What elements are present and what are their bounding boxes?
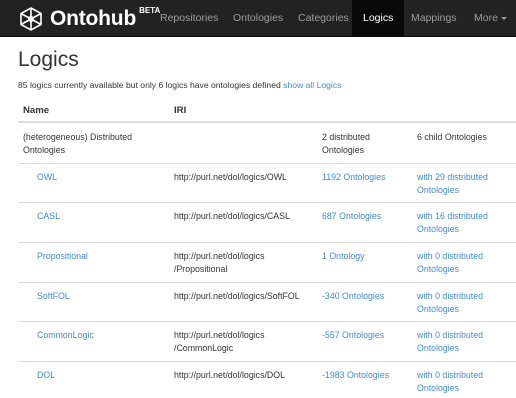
logic-link-propositional[interactable]: Propositional: [37, 250, 88, 263]
navbar: Ontohub BETA Repositories Ontologies Cat…: [0, 0, 516, 37]
page-title: Logics: [18, 48, 79, 71]
summary-text: 85 logics currently available but only 6…: [18, 80, 281, 90]
show-all-logics-link[interactable]: show all Logics: [283, 80, 341, 90]
table-header-divider: [18, 121, 516, 123]
ontologies-link-softfol[interactable]: -340 Ontologies: [322, 290, 407, 303]
ontologies-link-casl[interactable]: 687 Ontologies: [322, 210, 407, 223]
logic-iri-owl: http://purl.net/dol/logics/OWL: [174, 172, 287, 182]
group-row-count: 2 distributed Ontologies: [322, 132, 370, 155]
nav-mappings[interactable]: Mappings: [411, 0, 457, 37]
distributed-link-propositional[interactable]: with 0 distributed Ontologies: [417, 250, 514, 276]
ontologies-link-propositional[interactable]: 1 Ontology: [322, 250, 407, 263]
distributed-link-commonlogic[interactable]: with 0 distributed Ontologies: [417, 329, 514, 355]
logic-link-casl[interactable]: CASL: [37, 210, 60, 223]
brand-home-link[interactable]: Ontohub BETA: [18, 3, 160, 34]
row-divider: [18, 202, 516, 203]
brand-name: Ontohub: [50, 6, 137, 30]
logics-summary: 85 logics currently available but only 6…: [18, 80, 341, 90]
nav-ontologies[interactable]: Ontologies: [233, 0, 283, 37]
distributed-link-softfol[interactable]: with 0 distributed Ontologies: [417, 290, 514, 316]
row-divider: [18, 321, 516, 322]
logic-iri-dol: http://purl.net/dol/logics/DOL: [174, 370, 285, 380]
chevron-down-icon: [500, 16, 507, 20]
beta-badge: BETA: [139, 6, 161, 15]
distributed-link-dol[interactable]: with 0 distributed Ontologies: [417, 369, 514, 395]
group-row-name: (heterogeneous) Distributed Ontologies: [23, 132, 133, 155]
nav-logics[interactable]: Logics: [352, 0, 405, 37]
distributed-link-casl[interactable]: with 16 distributed Ontologies: [417, 210, 514, 236]
row-divider: [18, 163, 516, 164]
nav-more-label: More: [474, 12, 498, 24]
nav-categories[interactable]: Categories: [298, 0, 349, 37]
row-divider: [18, 242, 516, 243]
ontohub-logo-icon: [20, 6, 42, 31]
logic-iri-commonlogic: http://purl.net/dol/logics /CommonLogic: [174, 330, 265, 353]
nav-repositories[interactable]: Repositories: [160, 0, 218, 37]
logic-link-dol[interactable]: DOL: [37, 369, 55, 382]
logic-iri-propositional: http://purl.net/dol/logics /Propositiona…: [174, 251, 265, 274]
logic-iri-casl: http://purl.net/dol/logics/CASL: [174, 211, 290, 221]
logic-link-softfol[interactable]: SoftFOL: [37, 290, 70, 303]
ontologies-link-owl[interactable]: 1192 Ontologies: [322, 171, 407, 184]
ontologies-link-dol[interactable]: -1983 Ontologies: [322, 369, 407, 382]
logic-link-owl[interactable]: OWL: [37, 171, 57, 184]
distributed-link-owl[interactable]: with 29 distributed Ontologies: [417, 171, 514, 197]
logic-link-commonlogic[interactable]: CommonLogic: [37, 329, 94, 342]
logic-iri-softfol: http://purl.net/dol/logics/SoftFOL: [174, 291, 300, 301]
row-divider: [18, 361, 516, 362]
column-header-iri: IRI: [174, 105, 187, 116]
ontologies-link-commonlogic[interactable]: -557 Ontologies: [322, 329, 407, 342]
nav-more-dropdown[interactable]: More: [474, 0, 507, 37]
row-divider: [18, 282, 516, 283]
group-row-child: 6 child Ontologies: [417, 132, 487, 142]
column-header-name: Name: [23, 105, 50, 116]
